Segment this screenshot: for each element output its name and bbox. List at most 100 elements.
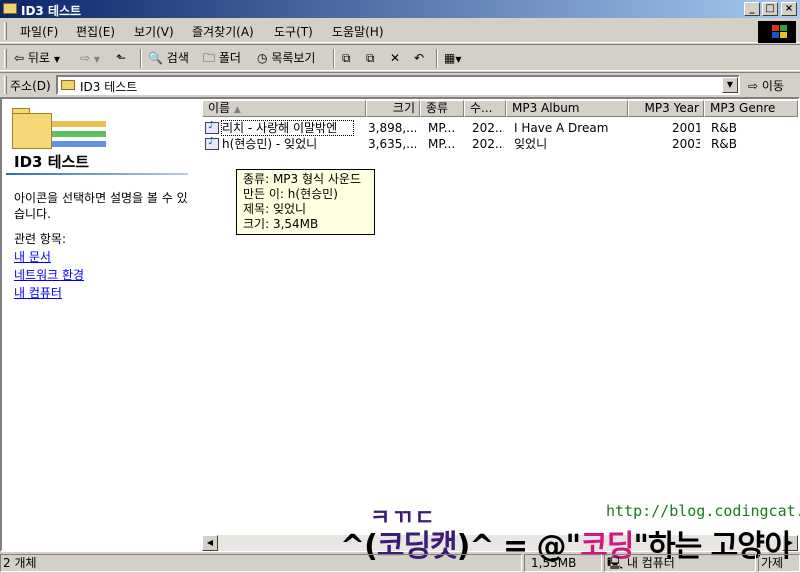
- copy-to-icon: ⧉: [366, 51, 375, 65]
- folder-body: [12, 113, 52, 149]
- file-info-tooltip: 종류: MP3 형식 사운드 만든 이: h(현승민) 제목: 잊었니 크기: …: [236, 169, 375, 235]
- back-arrow-icon: ⇦: [14, 51, 25, 65]
- file-modified: 202...: [472, 137, 504, 151]
- folder-large-icon: [6, 103, 106, 155]
- link-network-places[interactable]: 네트워크 환경: [14, 266, 84, 283]
- column-name[interactable]: 이름 ▲: [202, 100, 366, 117]
- search-icon: 🔍: [148, 51, 163, 65]
- undo-button[interactable]: ↶: [414, 49, 424, 68]
- go-button[interactable]: ⇨ 이동: [748, 77, 784, 94]
- menu-favorites[interactable]: 즐겨찾기(A): [192, 23, 254, 40]
- copy-to-button[interactable]: ⧉: [366, 49, 375, 68]
- maximize-button[interactable]: □: [762, 2, 778, 16]
- windows-logo-icon: [758, 21, 796, 43]
- history-label: 목록보기: [271, 51, 316, 65]
- address-input[interactable]: ID3 테스트 ▼: [56, 75, 740, 95]
- search-label: 검색: [166, 51, 189, 65]
- menu-view[interactable]: 보기(V): [134, 23, 174, 40]
- watermark-url: http://blog.codingcat.kr/: [606, 502, 800, 520]
- address-value: ID3 테스트: [80, 80, 138, 94]
- status-extra: 가제: [758, 554, 800, 572]
- scroll-left-button[interactable]: ◀: [202, 535, 218, 551]
- delete-icon: ✕: [390, 51, 401, 65]
- link-my-computer[interactable]: 내 컴퓨터: [14, 284, 62, 301]
- file-row[interactable]: h(현승민) - 잊었니 3,635,... MP... 202... 잊었니 …: [202, 136, 798, 152]
- address-label: 주소(D): [10, 79, 51, 93]
- computer-icon: 🖳: [607, 556, 624, 570]
- pane-description: 아이콘을 선택하면 설명을 볼 수 있습니다.: [14, 191, 188, 221]
- column-size[interactable]: 크기: [366, 100, 420, 117]
- folders-icon: 🗀: [203, 51, 216, 65]
- file-album: I Have A Dream: [514, 121, 609, 135]
- go-arrow-icon: ⇨: [748, 79, 759, 93]
- pane-title: ID3 테스트: [14, 153, 90, 171]
- file-name: 리치 - 사랑해 이말밖엔: [222, 121, 338, 135]
- forward-arrow-icon: ⇨: [80, 51, 91, 65]
- title-bar: ID3 테스트 _ □ ×: [0, 0, 800, 18]
- standard-toolbar: ⇦ 뒤로 ▼ ⇨ ▼ ⬑ 🔍 검색 🗀 폴더 ◷ 목록보기 ⧉ ⧉ ✕ ↶ ▦▼: [0, 44, 800, 71]
- status-location-label: 내 컴퓨터: [626, 556, 675, 570]
- sort-ascending-icon: ▲: [233, 105, 241, 115]
- status-bar: 2 개체 1,55MB 🖳 내 컴퓨터 가제: [0, 553, 800, 573]
- menu-tools[interactable]: 도구(T): [274, 23, 313, 40]
- folders-button[interactable]: 🗀 폴더: [203, 49, 241, 68]
- toolbar-separator: [333, 49, 335, 68]
- status-size: 1,55MB: [524, 554, 602, 572]
- decor-stripe: [46, 141, 106, 147]
- file-modified: 202...: [472, 121, 504, 135]
- menu-bar: 파일(F) 편집(E) 보기(V) 즐겨찾기(A) 도구(T) 도움말(H): [0, 19, 800, 43]
- minimize-button[interactable]: _: [744, 2, 760, 16]
- column-name-label: 이름: [208, 101, 231, 115]
- file-size: 3,635,...: [368, 137, 416, 151]
- undo-icon: ↶: [414, 51, 425, 65]
- file-name: h(현승민) - 잊었니: [222, 137, 318, 151]
- address-grip[interactable]: [4, 76, 7, 94]
- back-button[interactable]: ⇦ 뒤로 ▼: [14, 49, 60, 68]
- delete-button[interactable]: ✕: [390, 49, 400, 68]
- address-dropdown-button[interactable]: ▼: [722, 77, 738, 93]
- file-year: 2003: [672, 137, 700, 151]
- file-year: 2001: [672, 121, 700, 135]
- views-button[interactable]: ▦▼: [444, 49, 462, 68]
- toolbar-separator: [436, 49, 438, 68]
- menu-file[interactable]: 파일(F): [20, 23, 58, 40]
- file-row[interactable]: 리치 - 사랑해 이말밖엔 3,898,... MP... 202... I H…: [202, 120, 798, 136]
- mp3-file-icon: [205, 136, 219, 150]
- file-size: 3,898,...: [368, 121, 416, 135]
- menu-help[interactable]: 도움말(H): [332, 23, 384, 40]
- menu-grip[interactable]: [4, 22, 7, 40]
- status-count: 2 개체: [0, 554, 522, 572]
- column-genre[interactable]: MP3 Genre: [704, 100, 798, 117]
- file-genre: R&B: [711, 137, 737, 151]
- explorer-content: ID3 테스트 아이콘을 선택하면 설명을 볼 수 있습니다. 관련 항목: 내…: [0, 97, 800, 552]
- dropdown-icon: ▼: [53, 55, 60, 64]
- folder-icon: [61, 80, 75, 90]
- decor-stripe: [46, 131, 106, 137]
- toolbar-separator: [140, 49, 142, 68]
- close-button[interactable]: ×: [781, 2, 797, 16]
- up-folder-icon: ⬑: [116, 51, 127, 65]
- column-album[interactable]: MP3 Album: [506, 100, 628, 117]
- back-label: 뒤로: [27, 51, 50, 65]
- search-button[interactable]: 🔍 검색: [148, 49, 189, 68]
- menu-edit[interactable]: 편집(E): [76, 23, 115, 40]
- go-label: 이동: [761, 79, 784, 93]
- up-folder-button[interactable]: ⬑: [116, 49, 126, 68]
- column-modified[interactable]: 수...: [464, 100, 506, 117]
- dropdown-icon: ▼: [93, 55, 101, 64]
- window-title: ID3 테스트: [21, 4, 82, 18]
- forward-button[interactable]: ⇨ ▼: [80, 49, 100, 68]
- column-type[interactable]: 종류: [420, 100, 464, 117]
- status-location: 🖳 내 컴퓨터: [604, 554, 756, 572]
- toolbar-grip[interactable]: [4, 49, 7, 68]
- link-my-documents[interactable]: 내 문서: [14, 248, 51, 265]
- related-heading: 관련 항목:: [14, 232, 67, 246]
- file-list: 이름 ▲ 크기 종류 수... MP3 Album MP3 Year MP3 G…: [202, 99, 798, 550]
- history-button[interactable]: ◷ 목록보기: [257, 49, 315, 68]
- file-type: MP...: [428, 137, 456, 151]
- pane-divider: [6, 173, 188, 175]
- move-to-button[interactable]: ⧉: [342, 49, 351, 68]
- column-year[interactable]: MP3 Year: [628, 100, 704, 117]
- tooltip-title: 제목: 잊었니: [243, 202, 307, 216]
- move-to-icon: ⧉: [342, 51, 351, 65]
